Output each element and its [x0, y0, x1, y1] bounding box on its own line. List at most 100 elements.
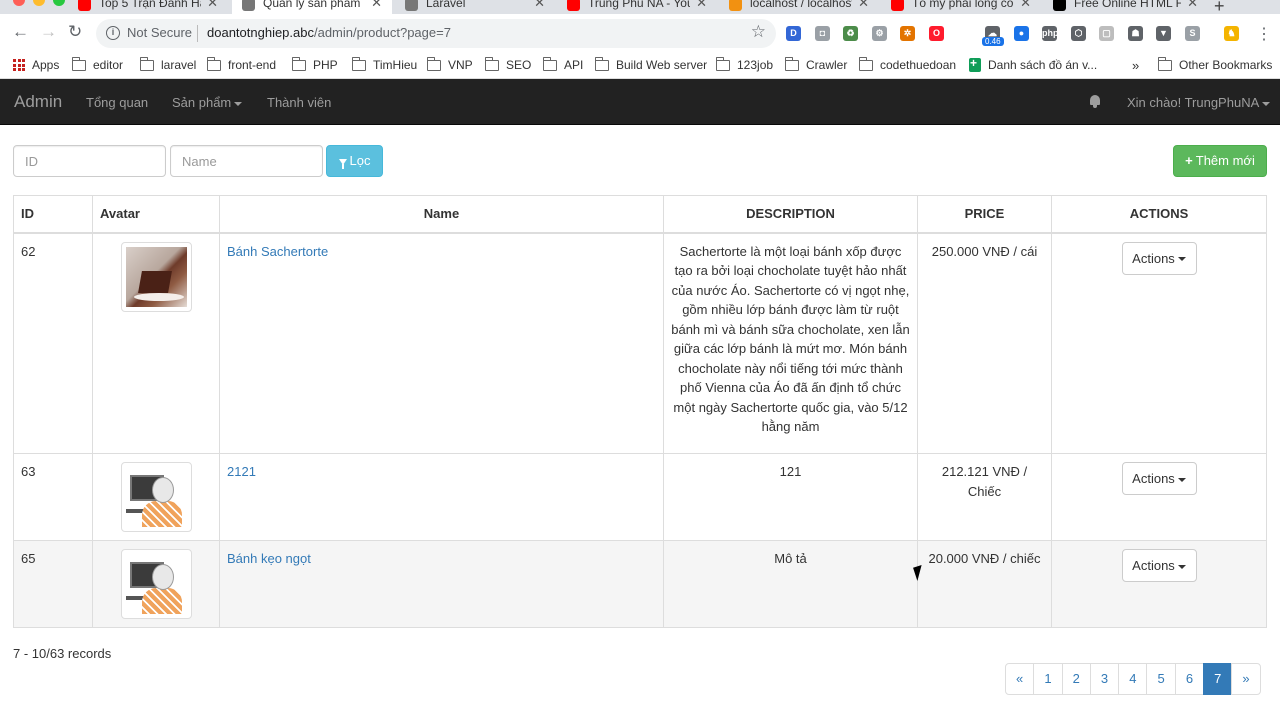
product-name-link[interactable]: 2121 [227, 464, 256, 479]
tab-close-icon[interactable]: ✕ [1020, 0, 1031, 11]
product-name-link[interactable]: Bánh Sachertorte [227, 244, 328, 259]
product-name-link[interactable]: Bánh kẹo ngọt [227, 551, 311, 566]
browser-extension-icon[interactable]: ● [1014, 26, 1029, 41]
browser-extension-icon[interactable]: ☗ [1128, 26, 1143, 41]
bookmark-label: front-end [228, 58, 277, 72]
actions-dropdown-button[interactable]: Actions [1121, 241, 1197, 275]
nav-members[interactable]: Thành viên [267, 95, 331, 110]
other-bookmarks[interactable]: Other Bookmarks [1157, 56, 1272, 74]
browser-extension-icon[interactable]: php [1042, 26, 1059, 41]
row-name-cell: 2121 [219, 453, 664, 541]
folder-icon [858, 56, 873, 71]
pagination-prev[interactable]: « [1005, 663, 1035, 695]
bookmark-item[interactable]: codethuedoan [858, 56, 956, 74]
browser-menu-icon[interactable]: ⋮ [1256, 24, 1272, 44]
pagination-page-1[interactable]: 1 [1033, 663, 1063, 695]
bookmark-item[interactable]: Crawler [784, 56, 847, 74]
brand-link[interactable]: Admin [14, 92, 62, 112]
reload-icon[interactable]: ↻ [68, 23, 82, 41]
browser-extension-icon[interactable]: ⚙ [872, 26, 887, 41]
column-header-description: DESCRIPTION [663, 195, 918, 234]
tab-title: Top 5 Trận Đánh Hay [99, 0, 202, 10]
name-filter-input[interactable] [170, 145, 323, 177]
browser-extension-icon[interactable]: ♻ [843, 26, 858, 41]
browser-extension-icon[interactable]: S [1185, 26, 1200, 41]
pagination-page-7[interactable]: 7 [1203, 663, 1233, 695]
bookmark-star-icon[interactable]: ☆ [751, 22, 766, 42]
filter-icon [338, 159, 347, 169]
browser-tab[interactable]: Tò my phải lòng cô g ✕ [881, 0, 1041, 14]
actions-dropdown-button[interactable]: Actions [1121, 549, 1197, 582]
browser-extension-icon[interactable]: O [929, 26, 944, 41]
nav-overview[interactable]: Tổng quan [86, 95, 148, 110]
pagination-page-5[interactable]: 5 [1146, 663, 1176, 695]
tab-close-icon[interactable]: ✕ [371, 0, 382, 11]
bookmark-item[interactable]: PHP [291, 56, 338, 74]
actions-label: Actions [1132, 250, 1175, 266]
bookmarks-overflow-icon[interactable]: » [1132, 56, 1139, 74]
filter-button[interactable]: Lọc [326, 145, 383, 177]
add-new-button[interactable]: + Thêm mới [1173, 145, 1267, 177]
pagination-page-4[interactable]: 4 [1118, 663, 1148, 695]
bell-icon[interactable] [1089, 95, 1101, 108]
browser-extension-icon[interactable]: D [786, 26, 801, 41]
bookmark-item[interactable]: TimHieu [351, 56, 418, 74]
tab-close-icon[interactable]: ✕ [207, 0, 218, 11]
info-icon[interactable]: i [106, 26, 120, 40]
id-filter-input[interactable] [13, 145, 166, 177]
pagination-page-3[interactable]: 3 [1089, 663, 1120, 695]
bookmark-item[interactable]: laravel [139, 56, 196, 74]
bookmark-item[interactable]: API [542, 56, 584, 74]
browser-extension-icon[interactable]: ♞ [1224, 26, 1239, 41]
bookmark-item[interactable]: Apps [13, 56, 59, 74]
browser-tab[interactable]: Top 5 Trận Đánh Hay ✕ [68, 0, 228, 14]
tab-close-icon[interactable]: ✕ [696, 0, 707, 11]
bookmark-item[interactable]: editor [71, 56, 123, 74]
bookmark-label: API [564, 58, 584, 72]
tab-close-icon[interactable]: ✕ [534, 0, 545, 11]
security-label[interactable]: Not Secure [127, 25, 192, 40]
browser-tab[interactable]: localhost / localhost ✕ [719, 0, 879, 14]
pagination-next[interactable]: » [1231, 663, 1261, 695]
bookmark-label: TimHieu [373, 58, 418, 72]
browser-extension-icon[interactable]: ⬡ [1071, 26, 1086, 41]
tab-close-icon[interactable]: ✕ [1187, 0, 1198, 11]
window-maximize-button[interactable] [53, 0, 65, 6]
bookmark-item[interactable]: Danh sách đồ án v... [969, 56, 1097, 74]
browser-tab[interactable]: Trung Phú NA - YouT ✕ [557, 0, 717, 14]
back-icon[interactable]: ← [12, 23, 29, 41]
bookmark-item[interactable]: VNP [426, 56, 473, 74]
address-bar[interactable]: i Not Secure doantotnghiep.abc/admin/pro… [96, 19, 776, 48]
browser-extension-icon[interactable]: ▢ [1099, 26, 1114, 41]
pagination-page-2[interactable]: 2 [1061, 663, 1091, 695]
pagination-page-6[interactable]: 6 [1174, 663, 1205, 695]
actions-dropdown-button[interactable]: Actions [1121, 462, 1197, 495]
cake-image [125, 246, 187, 307]
browser-tab[interactable]: Laravel ✕ [395, 0, 555, 14]
user-menu-dropdown[interactable]: Xin chào! TrungPhuNA [1127, 95, 1271, 110]
new-tab-button[interactable]: + [1214, 0, 1225, 14]
bookmark-item[interactable]: front-end [206, 56, 277, 74]
forward-icon[interactable]: → [40, 23, 57, 41]
row-avatar-cell [92, 232, 220, 454]
browser-tab[interactable]: Free Online HTML Fo ✕ [1043, 0, 1208, 14]
default-avatar-image [125, 554, 187, 614]
caret-down-icon [1177, 564, 1186, 569]
row-avatar-cell [92, 540, 220, 628]
tab-close-icon[interactable]: ✕ [858, 0, 869, 11]
row-id: 62 [13, 232, 93, 454]
browser-extension-icon[interactable]: ◘ [815, 26, 830, 41]
browser-tab[interactable]: Quản lý sản phẩm ✕ [232, 0, 392, 14]
browser-extension-icon[interactable]: ✲ [900, 26, 915, 41]
bookmark-item[interactable]: 123job [715, 56, 773, 74]
nav-products-dropdown[interactable]: Sản phẩm [172, 95, 243, 110]
folder-icon [1157, 56, 1172, 71]
url-text[interactable]: doantotnghiep.abc/admin/product?page=7 [207, 25, 451, 40]
sheets-icon [969, 56, 981, 72]
window-minimize-button[interactable] [33, 0, 45, 6]
bookmark-item[interactable]: SEO [484, 56, 531, 74]
browser-extension-icon[interactable]: ▼ [1156, 26, 1171, 41]
bookmark-item[interactable]: Build Web server [594, 56, 707, 74]
plus-icon: + [1185, 153, 1193, 168]
window-close-button[interactable] [13, 0, 25, 6]
